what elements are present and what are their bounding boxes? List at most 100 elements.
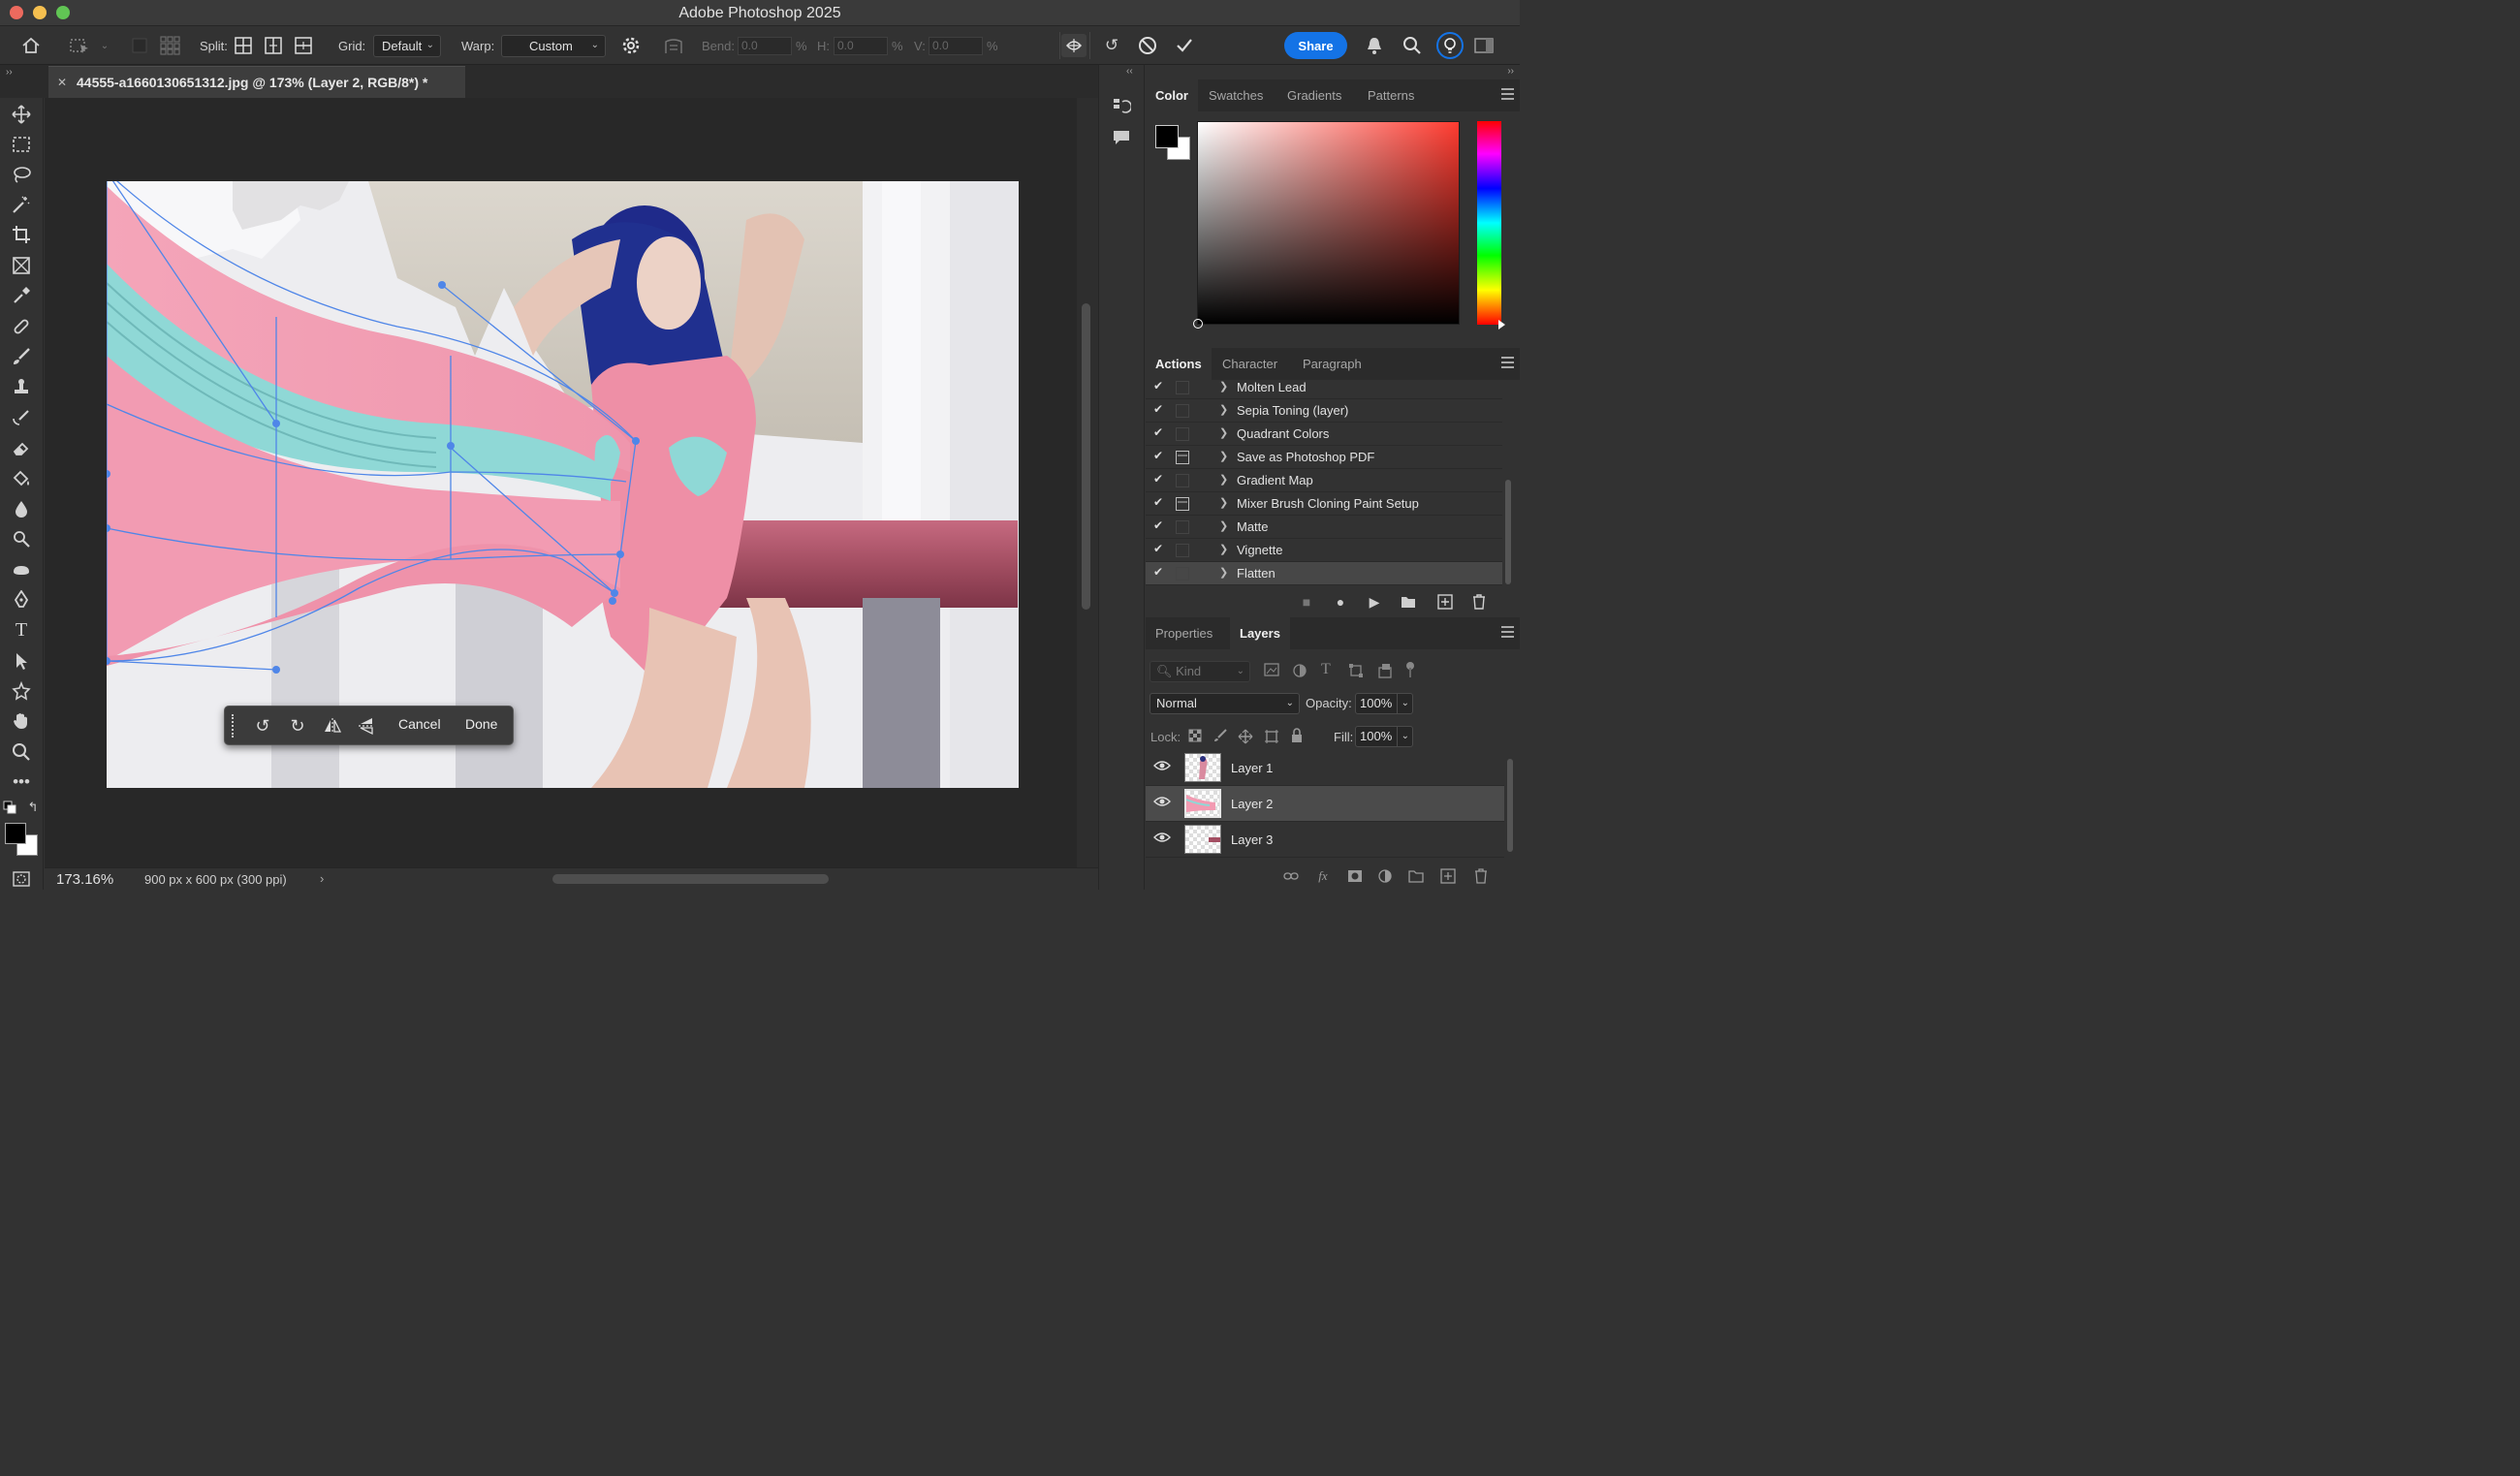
brush-tool-icon[interactable]: [10, 345, 33, 368]
group-folder-icon[interactable]: [1407, 867, 1425, 885]
drag-handle-icon[interactable]: [232, 714, 236, 738]
tab-paragraph[interactable]: Paragraph: [1293, 348, 1371, 380]
warp-grid-overlay[interactable]: [107, 181, 1019, 788]
link-layers-icon[interactable]: [1282, 867, 1300, 885]
more-tools-icon[interactable]: •••: [10, 770, 33, 794]
split-horizontal-icon[interactable]: [292, 34, 315, 57]
dialog-toggle[interactable]: [1176, 567, 1189, 581]
dialog-toggle[interactable]: [1176, 427, 1189, 441]
chevron-right-icon[interactable]: ❯: [1219, 566, 1228, 579]
gear-icon[interactable]: [619, 34, 643, 57]
quick-mask-icon[interactable]: [10, 867, 33, 891]
filter-shape-icon[interactable]: [1348, 663, 1366, 680]
add-mask-icon[interactable]: [1346, 867, 1364, 885]
check-icon[interactable]: ✔: [1153, 402, 1163, 416]
action-row[interactable]: ✔ ❯ Matte: [1146, 516, 1502, 539]
filter-smart-object-icon[interactable]: [1377, 663, 1395, 680]
color-field[interactable]: [1193, 121, 1460, 329]
blur-tool-icon[interactable]: [10, 497, 33, 520]
dialog-toggle[interactable]: [1176, 544, 1189, 557]
blend-mode-select[interactable]: Normal ⌄: [1150, 693, 1300, 714]
rotate-clockwise-icon[interactable]: ↻: [286, 714, 309, 738]
record-icon[interactable]: ●: [1332, 593, 1349, 611]
home-icon[interactable]: [19, 34, 43, 57]
check-icon[interactable]: ✔: [1153, 425, 1163, 439]
foreground-color-swatch[interactable]: [5, 823, 26, 844]
action-row[interactable]: ✔ ❯ Save as Photoshop PDF: [1146, 446, 1502, 469]
chevron-right-icon[interactable]: ❯: [1219, 450, 1228, 462]
check-icon[interactable]: ✔: [1153, 495, 1163, 509]
frame-tool-icon[interactable]: [10, 254, 33, 277]
tab-properties[interactable]: Properties: [1146, 617, 1222, 649]
chevron-down-icon[interactable]: ⌄: [1396, 694, 1409, 713]
new-action-icon[interactable]: [1436, 593, 1454, 611]
collapse-panels-icon[interactable]: ››: [1507, 66, 1514, 77]
chevron-right-icon[interactable]: ❯: [1219, 543, 1228, 555]
pen-tool-icon[interactable]: [10, 588, 33, 612]
chevron-down-icon[interactable]: ⌄: [1396, 727, 1409, 746]
commit-transform-icon[interactable]: [1173, 34, 1196, 57]
check-icon[interactable]: ✔: [1153, 379, 1163, 393]
chevron-right-icon[interactable]: ›: [320, 871, 324, 886]
action-row[interactable]: ✔ ❯ Sepia Toning (layer): [1146, 399, 1502, 423]
check-icon[interactable]: ✔: [1153, 518, 1163, 532]
chevron-right-icon[interactable]: ❯: [1219, 426, 1228, 439]
history-panel-icon[interactable]: [1111, 95, 1132, 116]
filter-pixel-icon[interactable]: [1264, 663, 1281, 680]
flip-vertical-icon[interactable]: [355, 714, 378, 738]
lock-all-icon[interactable]: [1290, 728, 1306, 743]
done-button[interactable]: Done: [465, 716, 497, 732]
layer-row-selected[interactable]: Layer 2: [1146, 786, 1504, 822]
warp-select[interactable]: Custom ⌄: [501, 35, 606, 57]
action-row[interactable]: ✔ ❯ Molten Lead: [1146, 379, 1502, 399]
transform-tool-icon[interactable]: [68, 34, 91, 57]
action-row-selected[interactable]: ✔ ❯ Flatten: [1146, 562, 1502, 585]
trash-icon[interactable]: [1470, 593, 1488, 611]
type-tool-icon[interactable]: T: [10, 618, 33, 642]
filter-type-icon[interactable]: T: [1321, 661, 1331, 678]
check-icon[interactable]: ✔: [1153, 542, 1163, 555]
document-image[interactable]: [107, 181, 1019, 788]
eye-icon[interactable]: [1153, 759, 1173, 776]
chevron-right-icon[interactable]: ❯: [1219, 380, 1228, 393]
dodge-tool-icon[interactable]: [10, 527, 33, 550]
fx-icon[interactable]: fx: [1314, 867, 1332, 885]
crop-tool-icon[interactable]: [10, 223, 33, 246]
history-brush-tool-icon[interactable]: [10, 406, 33, 429]
action-row[interactable]: ✔ ❯ Vignette: [1146, 539, 1502, 562]
action-row[interactable]: ✔ ❯ Gradient Map: [1146, 469, 1502, 492]
hue-slider[interactable]: [1477, 121, 1505, 330]
tab-patterns[interactable]: Patterns: [1358, 79, 1424, 111]
trash-icon[interactable]: [1472, 867, 1490, 885]
v-field[interactable]: 0.0: [929, 37, 983, 55]
lock-transparent-pixels-icon[interactable]: [1188, 729, 1204, 744]
grid-select[interactable]: Default ⌄: [373, 35, 441, 57]
lock-position-icon[interactable]: [1238, 729, 1253, 744]
eraser-tool-icon[interactable]: [10, 436, 33, 459]
dialog-on-icon[interactable]: [1176, 451, 1189, 464]
layer-row[interactable]: Layer 3: [1146, 822, 1504, 858]
play-icon[interactable]: ▶: [1366, 593, 1383, 611]
cancel-transform-icon[interactable]: [1136, 34, 1159, 57]
dialog-toggle[interactable]: [1176, 520, 1189, 534]
hue-slider-handle[interactable]: [1498, 320, 1505, 330]
tab-swatches[interactable]: Swatches: [1199, 79, 1273, 111]
reference-point-grid-icon[interactable]: [159, 34, 182, 57]
tab-actions[interactable]: Actions: [1146, 348, 1212, 380]
action-row[interactable]: ✔ ❯ Mixer Brush Cloning Paint Setup: [1146, 492, 1502, 516]
new-layer-icon[interactable]: [1439, 867, 1457, 885]
eye-icon[interactable]: [1153, 795, 1173, 812]
comments-panel-icon[interactable]: [1111, 127, 1132, 148]
chevron-right-icon[interactable]: ❯: [1219, 473, 1228, 486]
h-field[interactable]: 0.0: [834, 37, 888, 55]
puppet-warp-toggle-icon[interactable]: [1061, 34, 1087, 57]
lock-image-pixels-icon[interactable]: [1213, 729, 1229, 744]
clone-stamp-tool-icon[interactable]: [10, 375, 33, 398]
tool-preset-chevron-icon[interactable]: ⌄: [93, 34, 116, 57]
warp-orientation-icon[interactable]: [662, 34, 685, 57]
actions-scrollbar[interactable]: [1505, 480, 1511, 584]
hand-tool-icon[interactable]: [10, 709, 33, 733]
color-swatches[interactable]: [5, 823, 40, 858]
tab-character[interactable]: Character: [1213, 348, 1287, 380]
filter-adjustment-icon[interactable]: [1292, 663, 1309, 680]
